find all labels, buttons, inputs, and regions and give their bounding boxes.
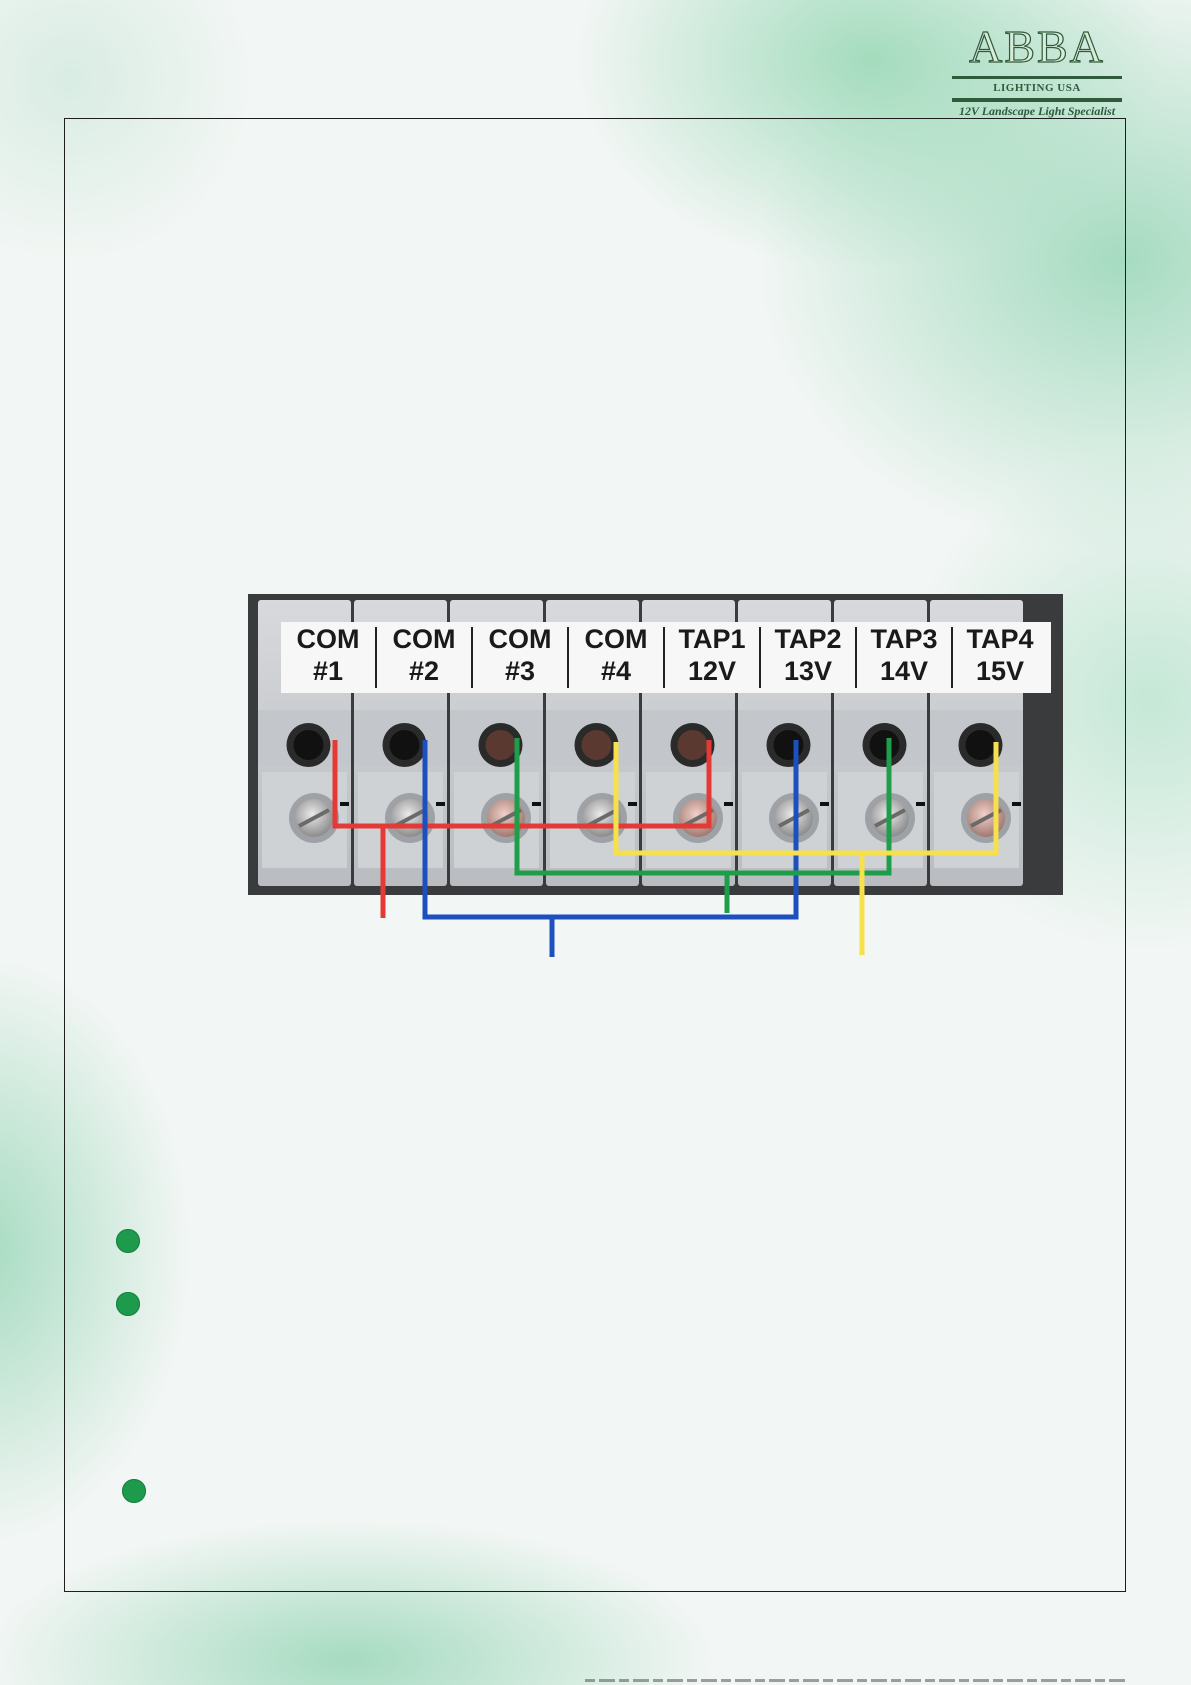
brand-name: ABBA — [968, 20, 1105, 72]
logo-divider — [952, 76, 1122, 79]
separator-mark — [532, 802, 541, 806]
terminal-label-name: TAP1 — [678, 624, 745, 654]
terminal-label-value: 14V — [880, 656, 928, 686]
separator-mark — [340, 802, 349, 806]
terminal-label-value: #3 — [505, 656, 535, 686]
brand-tagline: 12V Landscape Light Specialist — [958, 104, 1116, 118]
bullet-point — [116, 1292, 140, 1316]
terminal-block-photo: COM#1COM#2COM#3COM#4TAP112VTAP213VTAP314… — [248, 594, 1063, 895]
separator-mark — [724, 802, 733, 806]
separator-mark — [1012, 802, 1021, 806]
separator-mark — [628, 802, 637, 806]
wire-port-hole — [965, 730, 996, 760]
wire-port-hole — [677, 730, 708, 760]
terminal-label-name: COM — [585, 624, 648, 654]
terminal-label-name: COM — [297, 624, 360, 654]
terminal-label-value: #2 — [409, 656, 439, 686]
terminal-label-value: #4 — [601, 656, 631, 686]
wire-port-hole — [869, 730, 900, 760]
brand-logo: ABBA LIGHTING USA 12V Landscape Light Sp… — [946, 20, 1128, 120]
footer-fine-print — [585, 1676, 1125, 1685]
bullet-point — [116, 1229, 140, 1253]
wire-port-hole — [581, 730, 612, 760]
terminal-label-value: 13V — [784, 656, 832, 686]
terminal-label-value: 15V — [976, 656, 1024, 686]
wire-port-hole — [485, 730, 516, 760]
terminal-label-name: COM — [393, 624, 456, 654]
terminal-label-value: 12V — [688, 656, 736, 686]
wire-port-hole — [773, 730, 804, 760]
terminal-label-name: TAP3 — [870, 624, 937, 654]
terminal-label-value: #1 — [313, 656, 343, 686]
brand-subtitle: LIGHTING USA — [993, 82, 1081, 94]
separator-mark — [820, 802, 829, 806]
logo-divider-bottom — [952, 98, 1122, 102]
terminal-label-name: COM — [489, 624, 552, 654]
separator-mark — [916, 802, 925, 806]
bullet-point — [122, 1479, 146, 1503]
wire-port-hole — [293, 730, 324, 760]
separator-mark — [436, 802, 445, 806]
wire-port-hole — [389, 730, 420, 760]
terminal-label-name: TAP2 — [774, 624, 841, 654]
terminal-label-name: TAP4 — [966, 624, 1033, 654]
